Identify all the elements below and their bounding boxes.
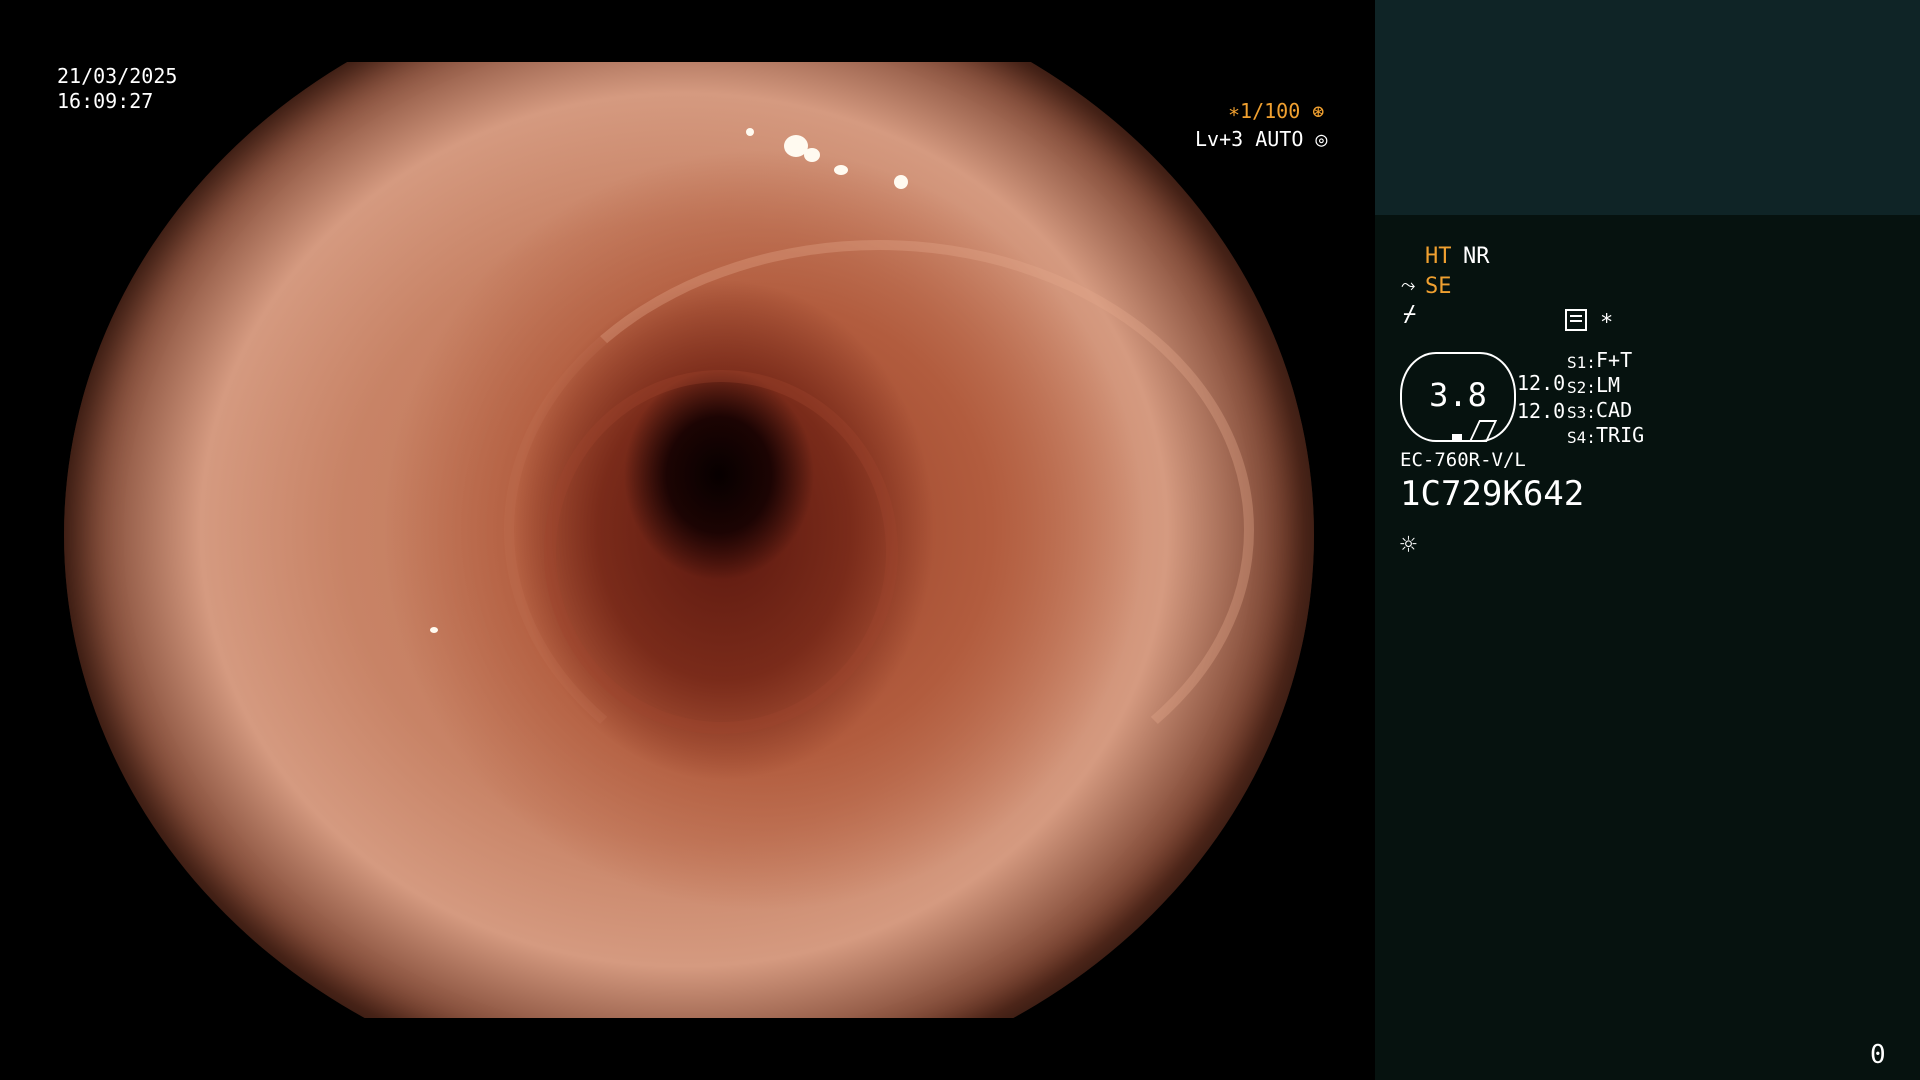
light-reflection — [804, 148, 820, 162]
iris-value: Lv+3 AUTO — [1195, 127, 1304, 151]
shutter-value: ∗1/100 — [1228, 99, 1301, 123]
se-indicator: SE — [1425, 274, 1452, 299]
ht-indicator: HT — [1425, 244, 1452, 269]
sun-icon: ☼ — [1400, 528, 1417, 561]
scope-model: EC-760R-V/L — [1400, 449, 1526, 471]
iris-level: Lv+3 AUTO ◎ — [1195, 127, 1327, 151]
gauge-value: 3.8 — [1429, 376, 1487, 414]
switch-key: S4: — [1567, 428, 1596, 447]
shutter-speed: ∗1/100 ⊛ — [1228, 99, 1324, 123]
gauge-left-top: 12.0 — [1517, 371, 1566, 395]
info-panel: HT NR ⤳ SE ⌿ ∗ 3.8 12.0 12.0 S1: F+T S2:… — [1375, 0, 1920, 1080]
date-label: 21/03/2025 — [57, 64, 178, 88]
switch-value: F+T — [1596, 348, 1633, 372]
light-reflection — [430, 627, 438, 633]
gauge-left-bottom: 12.0 — [1517, 399, 1566, 423]
switch-value: LM — [1596, 373, 1621, 397]
scope-icon: ⤳ — [1401, 275, 1416, 296]
switch-value: CAD — [1596, 398, 1633, 422]
time-label: 16:09:27 — [57, 89, 154, 113]
frame-mask-bottom — [0, 1018, 1375, 1080]
scope-serial: 1C729K642 — [1400, 474, 1585, 514]
iris-icon: ◎ — [1315, 127, 1328, 151]
nr-indicator: NR — [1463, 244, 1490, 269]
light-reflection — [834, 165, 848, 175]
info-panel-header — [1375, 0, 1920, 215]
frame-mask-top — [0, 0, 1375, 62]
gauge-marker — [1452, 434, 1462, 441]
frame-counter: 0 — [1870, 1040, 1886, 1070]
lumen-ring — [544, 370, 898, 734]
shutter-icon: ⊛ — [1312, 99, 1325, 123]
endoscope-view: 21/03/2025 16:09:27 ∗1/100 ⊛ Lv+3 AUTO ◎ — [0, 0, 1375, 1080]
switch-key: S3: — [1567, 403, 1596, 422]
light-reflection — [894, 175, 908, 189]
switch-key: S2: — [1567, 378, 1596, 397]
mode-glyph: ⌿ — [1403, 302, 1417, 327]
light-reflection — [746, 128, 754, 136]
endoscopic-image — [64, 0, 1314, 1080]
gauge: 3.8 — [1400, 352, 1516, 442]
asterisk-indicator: ∗ — [1600, 306, 1614, 331]
switch-value: TRIG — [1596, 423, 1645, 447]
menu-icon — [1565, 309, 1587, 331]
switch-key: S1: — [1567, 353, 1596, 372]
gauge-pointer — [1468, 420, 1498, 442]
